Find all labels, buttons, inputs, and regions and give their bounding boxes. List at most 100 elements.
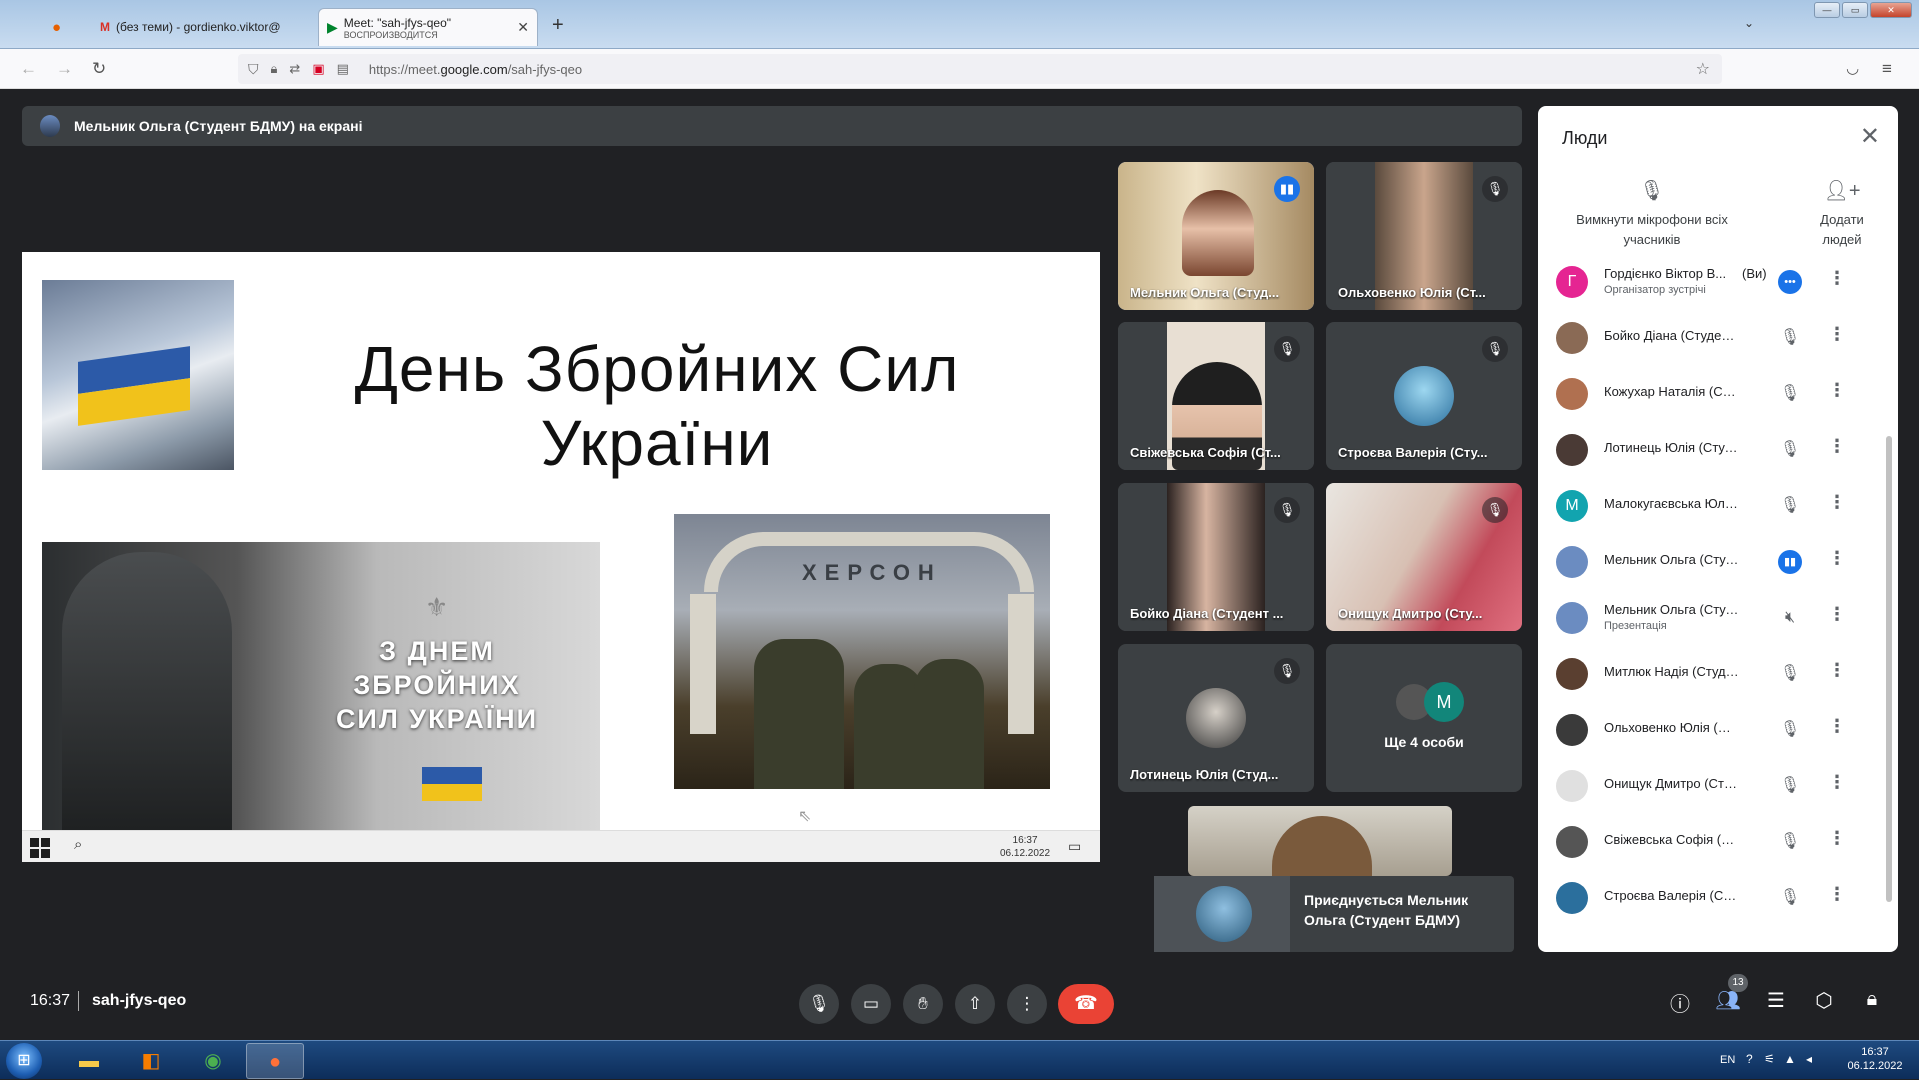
mic-off-icon[interactable]: 🎙︎ <box>1778 886 1802 910</box>
more-options-icon[interactable]: ⋮ <box>1828 548 1846 569</box>
more-options-button[interactable]: ⋮ <box>1007 984 1047 1024</box>
camera-button[interactable]: ▭ <box>851 984 891 1024</box>
mic-off-icon[interactable]: 🎙︎ <box>1778 830 1802 854</box>
mic-off-icon: 🎙︎ <box>1482 176 1508 202</box>
system-clock[interactable]: 16:37 06.12.2022 <box>1832 1045 1918 1073</box>
more-options-icon[interactable]: ⋮ <box>1828 884 1846 905</box>
shared-screen: День Збройних Сил України ⚜ З ДНЕМ ЗБРОЙ… <box>22 252 1100 862</box>
mic-off-icon[interactable]: 🎙︎ <box>1778 494 1802 518</box>
bookmark-star-icon[interactable]: ☆ <box>1696 59 1710 79</box>
participant-tile[interactable]: ▮▮ Мельник Ольга (Студ... <box>1118 162 1314 310</box>
permissions-icon[interactable]: ⇄ <box>289 61 300 77</box>
language-indicator[interactable]: EN <box>1720 1054 1735 1066</box>
presentation-audio-off-icon[interactable]: 🔇︎ <box>1778 606 1802 630</box>
more-options-icon[interactable]: ⋮ <box>1828 492 1846 513</box>
mic-off-icon: 🎙︎ <box>1274 658 1300 684</box>
participant-tile[interactable]: 🎙︎ Свіжевська Софія (Ст... <box>1118 322 1314 470</box>
mute-all-button[interactable]: 🎙︎ Вимкнути мікрофони всіх учасників <box>1562 176 1742 250</box>
url-path: /sah-jfys-qeo <box>507 61 583 77</box>
tray-arrow-icon[interactable]: ▲ <box>1784 1052 1796 1066</box>
mic-off-icon[interactable]: 🎙︎ <box>1778 774 1802 798</box>
more-options-icon[interactable]: ⋮ <box>1828 324 1846 345</box>
more-options-icon[interactable]: ⋮ <box>1828 772 1846 793</box>
pdf-app[interactable]: ◧ <box>122 1043 180 1079</box>
mic-off-icon[interactable]: 🎙︎ <box>1778 718 1802 742</box>
forward-icon[interactable]: → <box>56 59 73 79</box>
participant-list-item[interactable]: Свіжевська Софія (Сту... 🎙︎ ⋮ <box>1538 814 1878 870</box>
raise-hand-button[interactable]: ✋︎ <box>903 984 943 1024</box>
participant-avatar <box>1556 826 1588 858</box>
more-options-icon[interactable]: ⋮ <box>1828 268 1846 289</box>
participant-list-item[interactable]: Бойко Діана (Студент ... 🎙︎ ⋮ <box>1538 310 1878 366</box>
participant-tile[interactable]: 🎙︎ Лотинець Юлія (Студ... <box>1118 644 1314 792</box>
firefox-view-tab[interactable]: ● <box>44 8 74 46</box>
host-controls-button[interactable]: 🔒︎ <box>1857 988 1887 1011</box>
firefox-app[interactable]: ● <box>246 1043 304 1079</box>
new-tab-icon[interactable]: + <box>552 14 564 37</box>
reader-icon[interactable]: ▤ <box>337 61 349 77</box>
mic-off-icon[interactable]: 🎙︎ <box>1778 662 1802 686</box>
more-options-icon[interactable]: ⋮ <box>1828 604 1846 625</box>
mic-off-icon[interactable]: 🎙︎ <box>1778 326 1802 350</box>
menu-icon[interactable]: ≡ <box>1882 59 1892 79</box>
more-participants-tile[interactable]: M Ще 4 особи <box>1326 644 1522 792</box>
participant-list-item[interactable]: Кожухар Наталія (Студ... 🎙︎ ⋮ <box>1538 366 1878 422</box>
participant-list-item[interactable]: М Малокугаєвська Юлія (... 🎙︎ ⋮ <box>1538 478 1878 534</box>
shield-icon[interactable]: ⛉ <box>248 61 259 78</box>
chat-button[interactable]: ☰ <box>1761 988 1791 1013</box>
notification-icon: ▭ <box>1068 838 1082 854</box>
more-options-icon[interactable]: ⋮ <box>1828 716 1846 737</box>
present-button[interactable]: ⇧ <box>955 984 995 1024</box>
maximize-window-icon[interactable]: ▭ <box>1842 2 1868 18</box>
close-window-icon[interactable]: ✕ <box>1870 2 1912 18</box>
more-options-icon[interactable]: ⋮ <box>1828 828 1846 849</box>
self-view-video <box>1188 806 1452 876</box>
participant-list-item[interactable]: Лотинець Юлія (Студе... 🎙︎ ⋮ <box>1538 422 1878 478</box>
lock-icon[interactable]: 🔒︎ <box>271 61 278 77</box>
volume-icon[interactable]: ◂ <box>1806 1052 1812 1066</box>
end-call-button[interactable]: ☎︎ <box>1058 984 1114 1024</box>
participant-tile[interactable]: 🎙︎ Строєва Валерія (Сту... <box>1326 322 1522 470</box>
meeting-details-button[interactable]: ⓘ <box>1665 988 1695 1017</box>
participant-tile[interactable]: 🎙︎ Бойко Діана (Студент ... <box>1118 483 1314 631</box>
participant-list-item[interactable]: Г Гордієнко Віктор В... (Ви) Організатор… <box>1538 254 1878 310</box>
add-people-button[interactable]: 👤︎+ Додати людей <box>1800 176 1884 250</box>
more-options-icon[interactable]: ⋮ <box>1828 660 1846 681</box>
camera-sharing-icon[interactable]: ▣ <box>312 61 324 77</box>
tab-gmail[interactable]: M (без теми) - gordienko.viktor@ <box>92 8 308 46</box>
reload-icon[interactable]: ↻ <box>92 59 106 79</box>
participant-list-item[interactable]: Строєва Валерія (Студ... 🎙︎ ⋮ <box>1538 870 1878 926</box>
more-options-icon[interactable]: ⋮ <box>1828 436 1846 457</box>
help-icon[interactable]: ? <box>1746 1052 1753 1066</box>
mic-off-icon[interactable]: 🎙︎ <box>1778 382 1802 406</box>
back-icon[interactable]: ← <box>20 59 37 79</box>
list-tabs-icon[interactable]: ⌄ <box>1744 16 1754 30</box>
participant-list-item[interactable]: Онищук Дмитро (Студ... 🎙︎ ⋮ <box>1538 758 1878 814</box>
chrome-app[interactable]: ◉ <box>184 1043 242 1079</box>
microphone-button[interactable]: 🎙︎ <box>799 984 839 1024</box>
participant-list-item[interactable]: Мельник Ольга (Студе... Презентація 🔇︎ ⋮ <box>1538 590 1878 646</box>
network-icon[interactable]: ⚟ <box>1764 1052 1775 1066</box>
pocket-icon[interactable]: ◡ <box>1846 59 1859 77</box>
camera-icon: ▭ <box>862 994 880 1013</box>
scrollbar-thumb[interactable] <box>1886 436 1892 902</box>
explorer-app[interactable]: ▬ <box>60 1043 118 1079</box>
participant-list-item[interactable]: Митлюк Надія (Студен... 🎙︎ ⋮ <box>1538 646 1878 702</box>
close-tab-icon[interactable]: ✕ <box>517 19 529 36</box>
tab-meet[interactable]: ▶ Meet: "sah-jfys-qeo" ВОСПРОИЗВОДИТСЯ ✕ <box>318 8 538 46</box>
lock-icon: 🔒︎ <box>1866 988 1878 1010</box>
close-icon[interactable]: ✕ <box>1860 122 1880 151</box>
start-button[interactable]: ⊞ <box>6 1043 42 1079</box>
minimize-window-icon[interactable]: — <box>1814 2 1840 18</box>
activities-button[interactable]: ⬡ <box>1809 988 1839 1013</box>
participant-tile[interactable]: 🎙︎ Ольховенко Юлія (Ст... <box>1326 162 1522 310</box>
participant-tile[interactable]: 🎙︎ Онищук Дмитро (Сту... <box>1326 483 1522 631</box>
organizer-label: Організатор зустрічі <box>1604 284 1706 296</box>
flag-photo <box>42 280 234 470</box>
more-options-icon[interactable]: ⋮ <box>1828 380 1846 401</box>
participant-list-item[interactable]: Мельник Ольга (Студе... ▮▮ ⋮ <box>1538 534 1878 590</box>
participant-list-item[interactable]: Ольховенко Юлія (Сту... 🎙︎ ⋮ <box>1538 702 1878 758</box>
mic-off-icon[interactable]: 🎙︎ <box>1778 438 1802 462</box>
url-bar[interactable]: ⛉ 🔒︎ ⇄ ▣ ▤ https://meet.google.com/sah-j… <box>238 54 1722 84</box>
people-scrollbar[interactable] <box>1884 346 1894 946</box>
